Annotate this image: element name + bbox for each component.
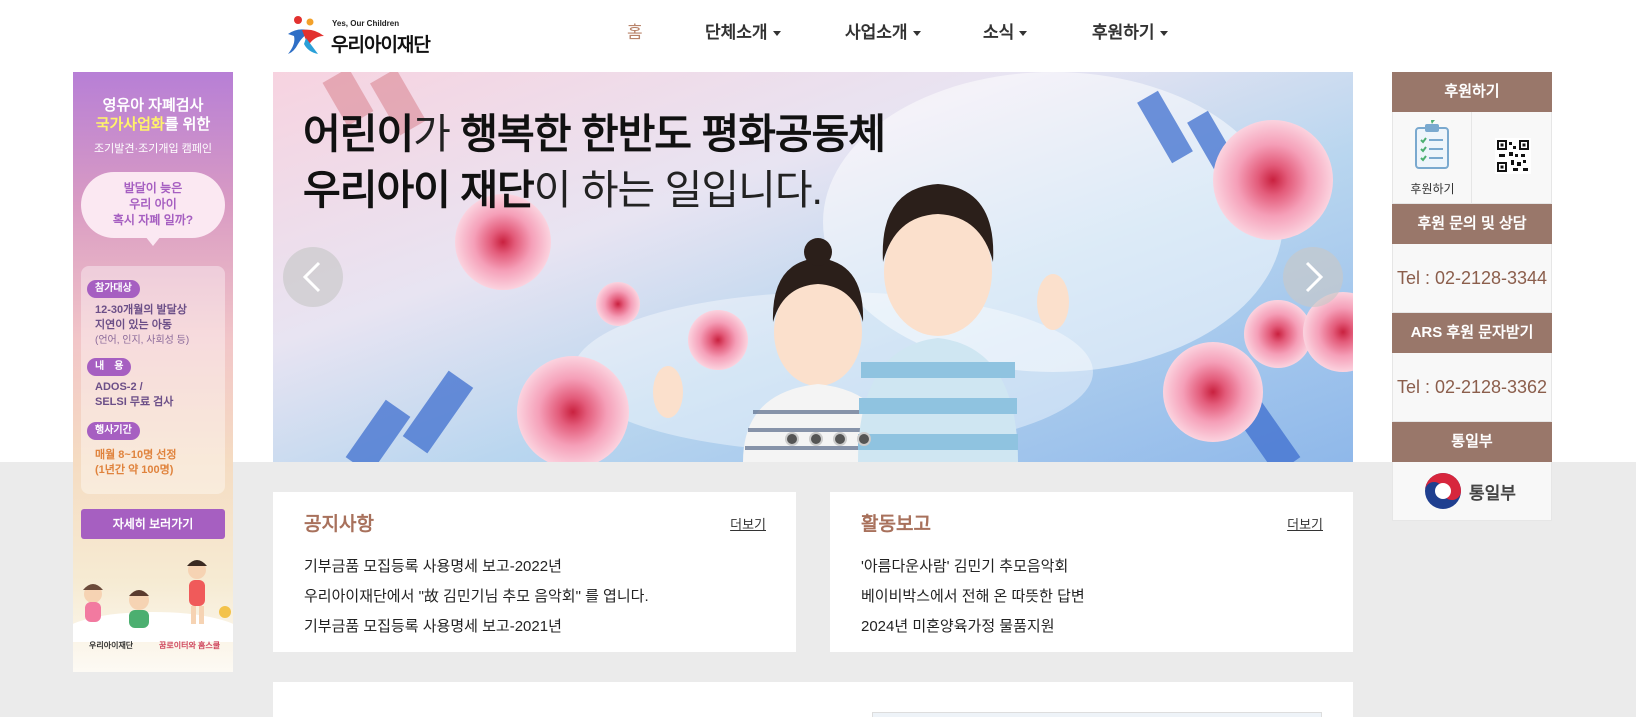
ars-box: Tel : 02-2128-3362 (1392, 353, 1552, 422)
clipboard-icon (1415, 120, 1449, 169)
period-label: 행사기간 (87, 422, 140, 440)
activity-item[interactable]: '아름다운사람' 김민기 추모음악회 (861, 555, 1068, 576)
content-label: 내 용 (87, 358, 132, 376)
donate-link[interactable]: 후원하기 (1393, 112, 1472, 203)
nav-projects[interactable]: 사업소개 (845, 0, 921, 66)
bubble-tail (145, 236, 161, 246)
notice-more-link[interactable]: 더보기 (730, 514, 766, 533)
slider-next-button[interactable] (1283, 247, 1343, 307)
target-text-line: 지연이 있는 아동 (95, 319, 172, 331)
notice-title: 공지사항 (304, 514, 374, 535)
inquiry-header: 후원 문의 및 상담 (1392, 204, 1552, 244)
view-details-button[interactable]: 자세히 보러가기 (81, 509, 225, 539)
target-text-line: 12-30개월의 발달상 (95, 304, 187, 316)
banner-line3: 조기발견·조기개입 캠페인 (93, 143, 213, 155)
nav-news[interactable]: 소식 (983, 0, 1028, 66)
hero-word: 어린이 (303, 111, 414, 157)
banner-highlight: 국가사업화 (95, 116, 165, 133)
hero-headline-line2: 우리아이 재단이 하는 일입니다. (303, 156, 823, 216)
slider-dot[interactable] (785, 432, 799, 446)
nav-donate[interactable]: 후원하기 (1092, 0, 1168, 66)
activity-more-link[interactable]: 더보기 (1287, 514, 1323, 533)
right-sidebar: 후원하기 후원하기 후원 문의 및 상담 Tel: 02-2128-3344 … (1392, 72, 1552, 521)
donate-header: 후원하기 (1392, 72, 1552, 112)
activity-board: 활동보고 더보기 '아름다운사람' 김민기 추모음악회 베이비박스에서 전해 온… (830, 492, 1353, 652)
activity-item[interactable]: 베이비박스에서 전해 온 따뜻한 답변 (861, 585, 1085, 606)
slider-dot[interactable] (857, 432, 871, 446)
nav-news-label: 소식 (983, 23, 1015, 42)
hero-word: 가 (413, 111, 461, 157)
notice-item[interactable]: 기부금품 모집등록 사용명세 보고-2022년 (304, 555, 562, 576)
question-bubble: 발달이 늦은 우리 아이 혹시 자폐 일까? (81, 172, 225, 238)
hero-word: 행복한 한반도 평화공동체 (460, 111, 886, 157)
slider-prev-button[interactable] (283, 247, 343, 307)
ars-header: ARS 후원 문자받기 (1392, 313, 1552, 353)
banner-line1: 영유아 자폐검사 (102, 97, 204, 114)
nav-donate-label: 후원하기 (1092, 23, 1155, 42)
notice-board: 공지사항 더보기 기부금품 모집등록 사용명세 보고-2022년 우리아이재단에… (273, 492, 796, 652)
banner-homeschool-logo: 꿈로이터와 홈스쿨 (159, 641, 221, 650)
notice-item[interactable]: 우리아이재단에서 "故 김민기님 추모 음악회" 를 엽니다. (304, 585, 649, 606)
banner-line2-rest: 를 위한 (164, 116, 211, 133)
chevron-right-icon (1305, 261, 1324, 293)
top-navigation-bar: Yes, Our Children 우리아이재단 홈 단체소개 사업소개 소식 … (0, 0, 1636, 72)
nav-home[interactable]: 홈 (627, 0, 643, 66)
period-text: 매월 8~10명 선정 (1년간 약 100명) (95, 448, 177, 478)
content-text: ADOS-2 / SELSI 무료 검사 (95, 380, 173, 410)
qr-code-icon[interactable] (1495, 138, 1531, 174)
chevron-left-icon (302, 261, 321, 293)
children-illustration (73, 560, 233, 642)
ars-phone[interactable]: Tel : 02-2128-3362 (1393, 353, 1551, 422)
bubble-line: 혹시 자폐 일까? (112, 213, 194, 227)
nav-projects-label: 사업소개 (845, 23, 908, 42)
period-text-line: 매월 8~10명 선정 (95, 449, 177, 461)
nav-about-label: 단체소개 (705, 23, 768, 42)
chevron-down-icon (1159, 31, 1168, 37)
bubble-line: 우리 아이 (129, 197, 177, 211)
hero-slider[interactable]: 어린이가 행복한 한반도 평화공동체 우리아이 재단이 하는 일입니다. (273, 72, 1353, 462)
content-text-line: SELSI 무료 검사 (95, 396, 174, 408)
hero-word: 우리아이 재단 (303, 167, 535, 213)
nav-about[interactable]: 단체소개 (705, 0, 781, 66)
banner-foundation-logo: 우리아이재단 (89, 641, 134, 650)
hero-word: 이 하는 일입니다. (533, 167, 823, 213)
logo-tagline: Yes, Our Children (332, 19, 400, 28)
target-text: 12-30개월의 발달상 지연이 있는 아동 (언어, 인지, 사회성 등) (95, 303, 189, 348)
inquiry-phone[interactable]: Tel : 02-2128-3344 (1393, 244, 1551, 313)
donate-box: 후원하기 (1392, 112, 1552, 204)
slider-pagination (785, 432, 885, 446)
ministry-logo-text: 통일부 (1469, 484, 1516, 503)
bubble-line: 발달이 늦은 (123, 181, 183, 195)
chevron-down-icon (1019, 31, 1028, 37)
logo-name: 우리아이재단 (331, 35, 431, 56)
hero-headline-line1: 어린이가 행복한 한반도 평화공동체 (303, 100, 886, 160)
content-text-line: ADOS-2 / (95, 381, 143, 393)
notice-item[interactable]: 기부금품 모집등록 사용명세 보고-2021년 (304, 615, 562, 636)
chevron-down-icon (912, 31, 921, 37)
banner-line2: 국가사업화를 위한 (73, 113, 233, 134)
taegeuk-icon (1425, 473, 1461, 509)
activity-item[interactable]: 2024년 미혼양육가정 물품지원 (861, 615, 1055, 636)
target-label: 참가대상 (87, 280, 140, 298)
target-sub: (언어, 인지, 사회성 등) (95, 335, 190, 346)
autism-campaign-banner[interactable]: 영유아 자폐검사 국가사업화를 위한 조기발견·조기개입 캠페인 발달이 늦은 … (73, 72, 233, 672)
activity-title: 활동보고 (861, 514, 931, 535)
ministry-box[interactable]: 통일부 (1392, 462, 1552, 521)
slider-dot[interactable] (809, 432, 823, 446)
bottom-section-card (273, 682, 1353, 717)
bottom-section-image (872, 712, 1322, 717)
inquiry-box: Tel : 02-2128-3344 (1392, 244, 1552, 313)
period-text-line: (1년간 약 100명) (95, 464, 174, 476)
slider-dot[interactable] (833, 432, 847, 446)
chevron-down-icon (772, 31, 781, 37)
logo-figure-icon (288, 16, 324, 54)
site-logo[interactable]: Yes, Our Children 우리아이재단 (284, 14, 434, 56)
ministry-header: 통일부 (1392, 422, 1552, 462)
donate-link-label: 후원하기 (1410, 182, 1455, 196)
